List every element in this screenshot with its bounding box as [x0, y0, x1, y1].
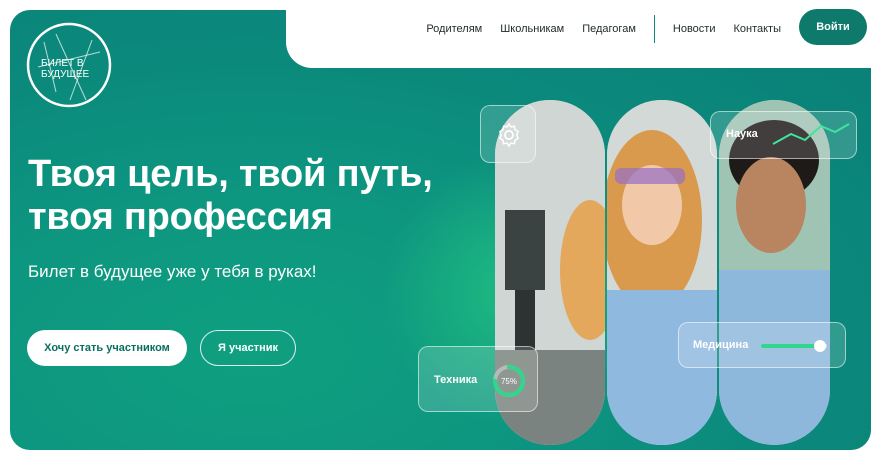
nav-teachers[interactable]: Педагогам [582, 23, 636, 35]
nav-students[interactable]: Школьникам [500, 23, 564, 35]
hero-title: Твоя цель, твой путь, твоя профессия [28, 153, 433, 239]
logo[interactable]: БИЛЕТ В БУДУЩЕЕ [26, 22, 112, 108]
tech-card: Техника 75% [418, 346, 538, 412]
nav-parents[interactable]: Родителям [426, 23, 482, 35]
main-nav: Родителям Школьникам Педагогам Новости К… [426, 15, 781, 43]
photo-arch-middle [607, 100, 717, 445]
hero-title-line1: Твоя цель, твой путь, [28, 153, 433, 195]
settings-card [480, 105, 536, 163]
i-am-participant-button[interactable]: Я участник [200, 330, 296, 366]
science-card: Наука [710, 111, 857, 159]
tech-label: Техника [434, 374, 478, 386]
hero-subtitle: Билет в будущее уже у тебя в руках! [28, 262, 317, 281]
science-label: Наука [726, 128, 758, 140]
medicine-slider-track [761, 340, 827, 352]
medicine-slider-fill [761, 344, 821, 348]
svg-text:БИЛЕТ В: БИЛЕТ В [41, 58, 84, 69]
svg-text:БУДУЩЕЕ: БУДУЩЕЕ [41, 69, 90, 80]
login-button[interactable]: Войти [799, 9, 867, 45]
medicine-card: Медицина [678, 322, 846, 368]
nav-news[interactable]: Новости [673, 23, 716, 35]
medicine-slider-knob [814, 340, 827, 352]
hero-title-line2: твоя профессия [28, 196, 333, 238]
progress-ring: 75% [493, 365, 525, 397]
become-participant-button[interactable]: Хочу стать участником [27, 330, 187, 366]
gear-icon [498, 122, 520, 148]
nav-contacts[interactable]: Контакты [733, 23, 781, 35]
medicine-label: Медицина [693, 339, 749, 351]
trend-line-icon [772, 123, 850, 145]
nav-divider [653, 15, 655, 43]
tech-progress-text: 75% [501, 377, 517, 386]
